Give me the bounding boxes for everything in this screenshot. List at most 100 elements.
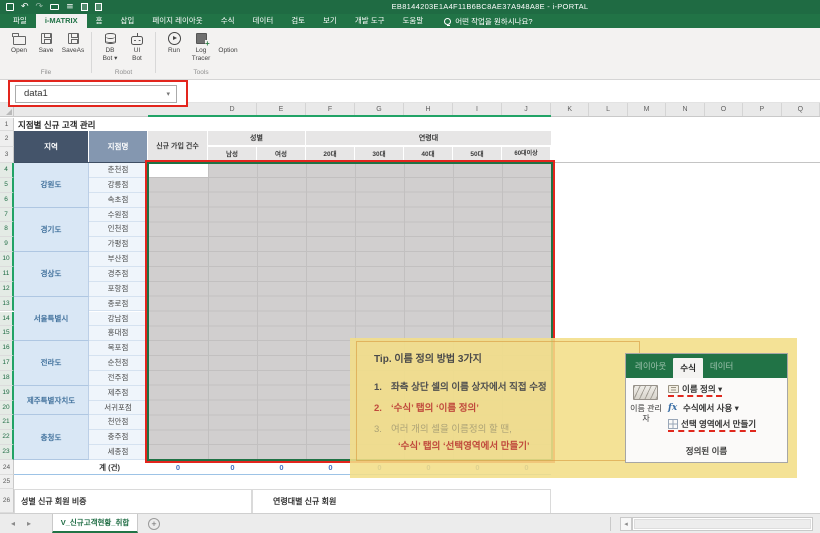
name-box-dropdown-icon[interactable]: ▾: [166, 86, 170, 102]
row-header-18[interactable]: 18: [0, 371, 14, 386]
new-sheet-button[interactable]: +: [148, 518, 160, 530]
row-header-21[interactable]: 21: [0, 415, 14, 430]
region-cell-제주특별자치도[interactable]: 제주특별자치도: [14, 386, 89, 416]
column-header-L[interactable]: L: [589, 103, 627, 116]
branch-cell-강남점[interactable]: 강남점: [89, 312, 148, 327]
header-branch[interactable]: 지점명: [89, 131, 148, 162]
sheet-title-cell[interactable]: 지점별 신규 고객 관리: [18, 119, 95, 131]
column-header-O[interactable]: O: [705, 103, 743, 116]
copy-icon[interactable]: [81, 3, 88, 11]
row-header-25[interactable]: 25: [0, 475, 14, 489]
row-header-19[interactable]: 19: [0, 386, 14, 401]
column-header-K[interactable]: K: [551, 103, 589, 116]
row-header-24[interactable]: 24: [0, 460, 14, 475]
branch-cell-포항점[interactable]: 포항점: [89, 282, 148, 297]
paste-icon[interactable]: [95, 3, 102, 11]
row-header-26[interactable]: 26: [0, 489, 14, 513]
column-header-P[interactable]: P: [743, 103, 781, 116]
ribbon-tab-보기[interactable]: 보기: [314, 14, 346, 28]
sheet-nav-right-icon[interactable]: ▸: [22, 514, 36, 533]
saveas-button[interactable]: SaveAs: [61, 31, 85, 55]
header-new-count[interactable]: 신규 가입 건수: [148, 131, 208, 162]
region-cell-강원도[interactable]: 강원도: [14, 163, 89, 208]
ribbon-tab-데이터[interactable]: 데이터: [244, 14, 283, 28]
ribbon-tab-검토[interactable]: 검토: [282, 14, 314, 28]
row-header-1[interactable]: 1: [0, 118, 14, 131]
row-header-22[interactable]: 22: [0, 430, 14, 445]
branch-cell-세종점[interactable]: 세종점: [89, 445, 148, 460]
branch-cell-수원점[interactable]: 수원점: [89, 208, 148, 223]
list-icon[interactable]: ≡: [66, 0, 74, 14]
tell-me-box[interactable]: 어떤 작업을 원하시나요?: [444, 14, 532, 28]
save-button[interactable]: Save: [34, 31, 58, 55]
row-header-7[interactable]: 7: [0, 208, 14, 223]
row-header-4[interactable]: 4: [0, 163, 14, 178]
branch-cell-종로점[interactable]: 종로점: [89, 297, 148, 312]
option-button[interactable]: Option: [216, 31, 240, 55]
branch-cell-가평점[interactable]: 가평점: [89, 237, 148, 252]
row-header-2[interactable]: 2: [0, 131, 14, 147]
ribbon-tab-도움말[interactable]: 도움말: [394, 14, 433, 28]
region-cell-전라도[interactable]: 전라도: [14, 341, 89, 386]
hscroll-left-arrow[interactable]: ◂: [620, 517, 632, 531]
row-header-6[interactable]: 6: [0, 193, 14, 208]
row-header-10[interactable]: 10: [0, 252, 14, 267]
region-cell-경기도[interactable]: 경기도: [14, 208, 89, 253]
branch-cell-순천점[interactable]: 순천점: [89, 356, 148, 371]
row-header-11[interactable]: 11: [0, 267, 14, 282]
header-region[interactable]: 지역: [14, 131, 89, 162]
branch-cell-전주점[interactable]: 전주점: [89, 371, 148, 386]
column-header-N[interactable]: N: [666, 103, 704, 116]
branch-cell-춘천점[interactable]: 춘천점: [89, 163, 148, 178]
row-header-14[interactable]: 14: [0, 312, 14, 327]
branch-cell-부산점[interactable]: 부산점: [89, 252, 148, 267]
row-header-8[interactable]: 8: [0, 222, 14, 237]
branch-cell-강릉점[interactable]: 강릉점: [89, 178, 148, 193]
column-header-M[interactable]: M: [628, 103, 666, 116]
row-header-20[interactable]: 20: [0, 401, 14, 416]
hscroll-track[interactable]: [632, 517, 813, 531]
ribbon-tab-수식[interactable]: 수식: [212, 14, 244, 28]
column-header-Q[interactable]: Q: [782, 103, 820, 116]
branch-cell-인천점[interactable]: 인천점: [89, 222, 148, 237]
run-button[interactable]: Run: [162, 31, 186, 55]
name-box[interactable]: data1 ▾: [15, 85, 177, 103]
ribbon-tab-i-matrix[interactable]: i-MATRIX: [36, 14, 87, 28]
camera-icon[interactable]: [50, 4, 59, 10]
row-header-3[interactable]: 3: [0, 147, 14, 163]
ribbon-tab-페이지-레이아웃[interactable]: 페이지 레이아웃: [143, 14, 211, 28]
sheet-nav-left-icon[interactable]: ◂: [6, 514, 20, 533]
branch-cell-홍대점[interactable]: 홍대점: [89, 326, 148, 341]
sheet-tab-active[interactable]: V_신규고객현황_취합: [52, 514, 138, 533]
region-cell-경상도[interactable]: 경상도: [14, 252, 89, 297]
header-age[interactable]: 연령대: [306, 131, 551, 146]
ui-bot-button[interactable]: UIBot: [125, 31, 149, 62]
undo-icon[interactable]: ↶: [21, 0, 29, 14]
ribbon-tab-홈[interactable]: 홈: [87, 14, 112, 28]
hscroll-thumb[interactable]: [634, 519, 811, 529]
db-bot-button[interactable]: DBBot ▾: [98, 31, 122, 62]
row-header-5[interactable]: 5: [0, 178, 14, 193]
redo-icon[interactable]: ↷: [36, 0, 44, 14]
branch-cell-천안점[interactable]: 천안점: [89, 415, 148, 430]
branch-cell-경주점[interactable]: 경주점: [89, 267, 148, 282]
branch-cell-충주점[interactable]: 충주점: [89, 430, 148, 445]
row-header-23[interactable]: 23: [0, 445, 14, 460]
branch-cell-목포점[interactable]: 목포점: [89, 341, 148, 356]
row-header-15[interactable]: 15: [0, 326, 14, 341]
row-header-12[interactable]: 12: [0, 282, 14, 297]
region-cell-충청도[interactable]: 충청도: [14, 415, 89, 460]
branch-cell-제주점[interactable]: 제주점: [89, 386, 148, 401]
region-cell-서울특별시[interactable]: 서울특별시: [14, 297, 89, 342]
row-header-17[interactable]: 17: [0, 356, 14, 371]
age-chart-area[interactable]: 연령대별 신규 회원: [252, 489, 551, 513]
row-header-16[interactable]: 16: [0, 341, 14, 356]
branch-cell-속초점[interactable]: 속초점: [89, 193, 148, 208]
ribbon-tab-삽입[interactable]: 삽입: [112, 14, 144, 28]
row-header-9[interactable]: 9: [0, 237, 14, 252]
header-gender[interactable]: 성별: [208, 131, 306, 146]
log-tracer-button[interactable]: LogTracer: [189, 31, 213, 62]
ribbon-tab-개발-도구[interactable]: 개발 도구: [346, 14, 394, 28]
gender-chart-area[interactable]: 성별 신규 회원 비중: [14, 489, 252, 513]
branch-cell-서귀포점[interactable]: 서귀포점: [89, 401, 148, 416]
